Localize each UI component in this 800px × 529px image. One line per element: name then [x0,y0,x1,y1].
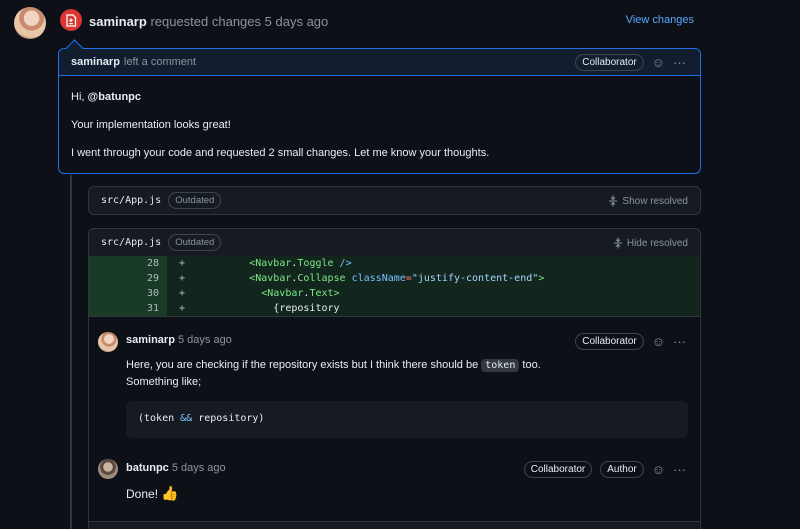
avatar[interactable] [14,7,46,39]
file-path[interactable]: src/App.js [101,237,161,248]
line-number[interactable]: 30 [89,286,167,301]
code-text: {repository [273,303,340,314]
jsx-tag: <Navbar [249,258,292,269]
file-expanded: src/App.js Outdated Hide resolved 28 + <… [88,228,701,529]
smiley-icon[interactable]: ☺ [652,335,665,348]
code-block: (token && repository) [126,401,688,438]
diff-line: 28 + <Navbar.Toggle /> [89,256,700,271]
more-options-icon[interactable]: ··· [673,463,686,476]
file-path[interactable]: src/App.js [101,195,161,206]
diff-sign: + [178,273,186,284]
comment-actions: Collaborator Author ☺ ··· [523,461,686,478]
comment-time[interactable]: 5 days ago [172,462,226,474]
greeting-text: Hi, [71,91,88,103]
comment-author[interactable]: batunpc [126,462,169,474]
review-comment-body: Hi, @batunpc Your implementation looks g… [59,76,700,174]
diff-line: 31 + {repository [89,301,700,316]
more-options-icon[interactable]: ··· [673,335,686,348]
jsx-tag: <Navbar [261,288,304,299]
review-comment-header: saminarp left a comment Collaborator ☺ ·… [59,49,700,76]
diff-line: 30 + <Navbar.Text> [89,286,700,301]
comment-line: Your implementation looks great! [71,119,231,131]
comment-time[interactable]: 5 days ago [178,334,232,346]
review-author[interactable]: saminarp [89,14,147,29]
collaborator-badge: Collaborator [523,461,593,478]
diff-hunk: 28 + <Navbar.Toggle /> 29 + <Navbar.Coll… [89,256,700,316]
comment-line: I went through your code and requested 2… [71,147,490,159]
jsx-tag: <Navbar [249,273,292,284]
view-changes-link[interactable]: View changes [626,14,694,26]
author-badge: Author [600,461,644,478]
review-thread: saminarp 5 days ago Collaborator ☺ ··· H… [89,316,700,529]
show-resolved-button[interactable]: Show resolved [608,195,688,207]
diff-sign: + [178,288,186,299]
show-resolved-label: Show resolved [622,195,688,207]
diff-line: 29 + <Navbar.Collapse className="justify… [89,271,700,286]
smiley-icon[interactable]: ☺ [652,463,665,476]
collaborator-badge: Collaborator [575,333,644,350]
inline-code: token [481,359,520,372]
avatar[interactable] [98,459,118,479]
outdated-badge: Outdated [168,234,222,251]
comment-body: Done! 👍 [126,485,179,501]
hide-resolved-button[interactable]: Hide resolved [613,237,688,249]
comment-header: batunpc 5 days ago [126,462,226,474]
thumbs-up-icon: 👍 [161,485,179,501]
more-options-icon[interactable]: ··· [673,56,686,69]
line-number[interactable]: 31 [89,301,167,316]
hide-resolved-label: Hide resolved [626,237,688,249]
thread-footer [89,521,700,529]
mention-link[interactable]: @batunpc [88,91,142,103]
line-number[interactable]: 28 [89,256,167,271]
collaborator-badge: Collaborator [575,53,644,71]
request-changes-icon [60,9,82,31]
comment-actions: Collaborator ☺ ··· [575,333,686,350]
diff-sign: + [178,303,186,314]
review-comment: saminarp left a comment Collaborator ☺ ·… [58,48,701,174]
comment-action: left a comment [123,56,197,68]
avatar[interactable] [98,332,118,352]
timeline-line [70,175,72,529]
review-header: saminarp requested changes 5 days ago [89,14,328,29]
unfold-icon [609,195,618,207]
comment-body: Here, you are checking if the repository… [126,359,541,388]
comment-line: Something like; [126,376,202,388]
comment-header: saminarp 5 days ago [126,334,232,346]
comment-author[interactable]: saminarp [71,56,120,68]
comment-author[interactable]: saminarp [126,334,175,346]
file-collapsed: src/App.js Outdated Show resolved [88,186,701,215]
outdated-badge: Outdated [168,192,222,209]
fold-icon [613,237,622,249]
line-number[interactable]: 29 [89,271,167,286]
smiley-icon[interactable]: ☺ [652,56,665,69]
review-action: requested changes [150,14,262,29]
diff-sign: + [178,258,186,269]
review-time[interactable]: 5 days ago [265,14,329,29]
